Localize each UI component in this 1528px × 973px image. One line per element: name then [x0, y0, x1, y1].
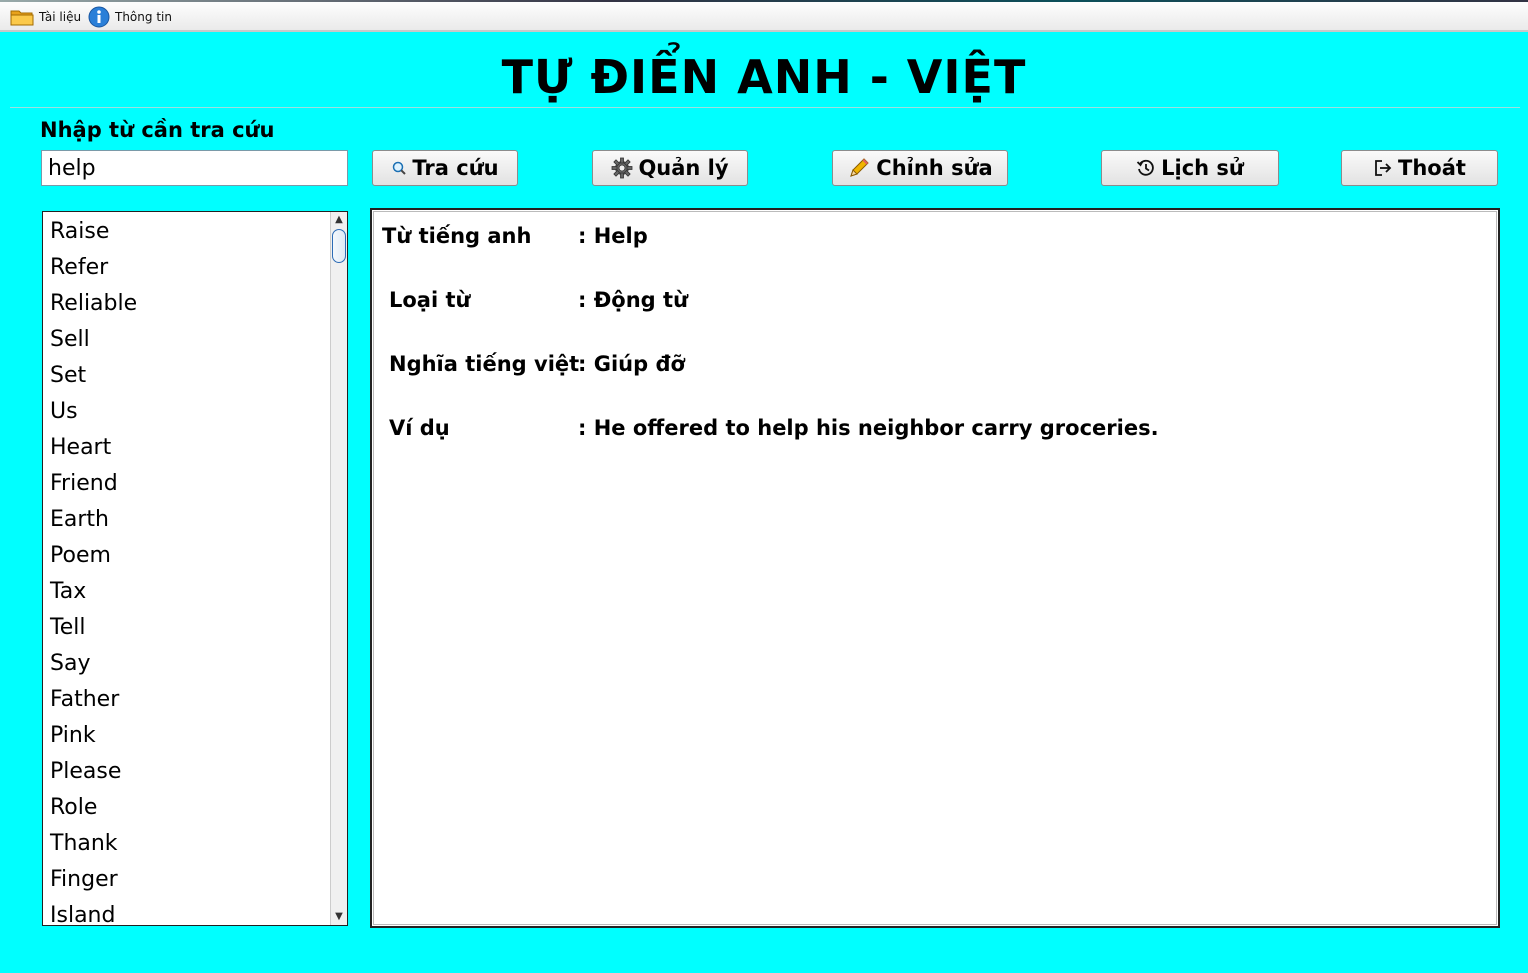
magnifier-icon: [393, 161, 407, 175]
list-item[interactable]: Father: [43, 682, 331, 718]
menu-documents[interactable]: Tài liệu: [10, 6, 81, 28]
list-item[interactable]: Finger: [43, 862, 331, 898]
example-label: Ví dụ: [389, 416, 450, 440]
menu-bar: Tài liệu Thông tin: [0, 0, 1528, 32]
edit-button[interactable]: Chỉnh sửa: [832, 150, 1008, 186]
history-button[interactable]: Lịch sử: [1101, 150, 1279, 186]
meaning-value: : Giúp đỡ: [578, 352, 685, 376]
manage-button-label: Quản lý: [638, 156, 729, 180]
word-type-label: Loại từ: [389, 288, 471, 312]
list-item[interactable]: Please: [43, 754, 331, 790]
gear-icon: [612, 157, 633, 179]
scroll-up-icon[interactable]: ▲: [331, 212, 347, 228]
menu-documents-label: Tài liệu: [39, 10, 82, 24]
info-icon: [88, 6, 110, 28]
search-button-label: Tra cứu: [412, 156, 499, 180]
list-item[interactable]: Heart: [43, 430, 331, 466]
list-item[interactable]: Pink: [43, 718, 331, 754]
definition-panel: Từ tiếng anh : Help Loại từ : Động từ Ng…: [370, 208, 1500, 928]
list-item[interactable]: Us: [43, 394, 331, 430]
word-list-items: Raise Refer Reliable Sell Set Us Heart Friend Ea…: [43, 214, 331, 925]
folder-icon: [10, 10, 34, 26]
search-label: Nhập từ cần tra cứu: [40, 118, 275, 142]
list-item[interactable]: Earth: [43, 502, 331, 538]
menu-info[interactable]: Thông tin: [88, 6, 172, 28]
exit-button-label: Thoát: [1398, 156, 1466, 180]
word-list-scrollbar[interactable]: ▲ ▼: [330, 212, 347, 925]
list-item[interactable]: Raise: [43, 214, 331, 250]
manage-button[interactable]: Quản lý: [592, 150, 748, 186]
menu-info-label: Thông tin: [115, 10, 172, 24]
list-item[interactable]: Tax: [43, 574, 331, 610]
definition-panel-inner: Từ tiếng anh : Help Loại từ : Động từ Ng…: [373, 211, 1497, 925]
english-word-label: Từ tiếng anh: [382, 224, 532, 248]
list-item[interactable]: Role: [43, 790, 331, 826]
word-type-value: : Động từ: [578, 288, 689, 312]
search-button[interactable]: Tra cứu: [372, 150, 518, 186]
list-item[interactable]: Set: [43, 358, 331, 394]
scroll-thumb[interactable]: [332, 229, 346, 263]
english-word-value: : Help: [578, 224, 648, 248]
list-item[interactable]: Island: [43, 898, 331, 925]
exit-button[interactable]: Thoát: [1341, 150, 1498, 186]
pencil-icon: [850, 158, 870, 177]
example-value: : He offered to help his neighbor carry …: [578, 416, 1159, 440]
list-item[interactable]: Friend: [43, 466, 331, 502]
list-item[interactable]: Reliable: [43, 286, 331, 322]
window-strip: [0, 0, 1528, 2]
history-icon: [1136, 159, 1154, 176]
list-item[interactable]: Say: [43, 646, 331, 682]
word-list[interactable]: Raise Refer Reliable Sell Set Us Heart Friend Ea…: [42, 211, 348, 926]
title-divider: [10, 107, 1520, 108]
list-item[interactable]: Poem: [43, 538, 331, 574]
edit-button-label: Chỉnh sửa: [876, 156, 993, 180]
list-item[interactable]: Thank: [43, 826, 331, 862]
meaning-label: Nghĩa tiếng việt: [389, 352, 580, 376]
list-item[interactable]: Tell: [43, 610, 331, 646]
scroll-down-icon[interactable]: ▼: [331, 909, 347, 925]
exit-icon: [1375, 160, 1392, 176]
list-item[interactable]: Sell: [43, 322, 331, 358]
history-button-label: Lịch sử: [1161, 156, 1244, 180]
list-item[interactable]: Refer: [43, 250, 331, 286]
search-input[interactable]: [41, 150, 348, 186]
page-title: TỰ ĐIỂN ANH - VIỆT: [501, 50, 1027, 104]
